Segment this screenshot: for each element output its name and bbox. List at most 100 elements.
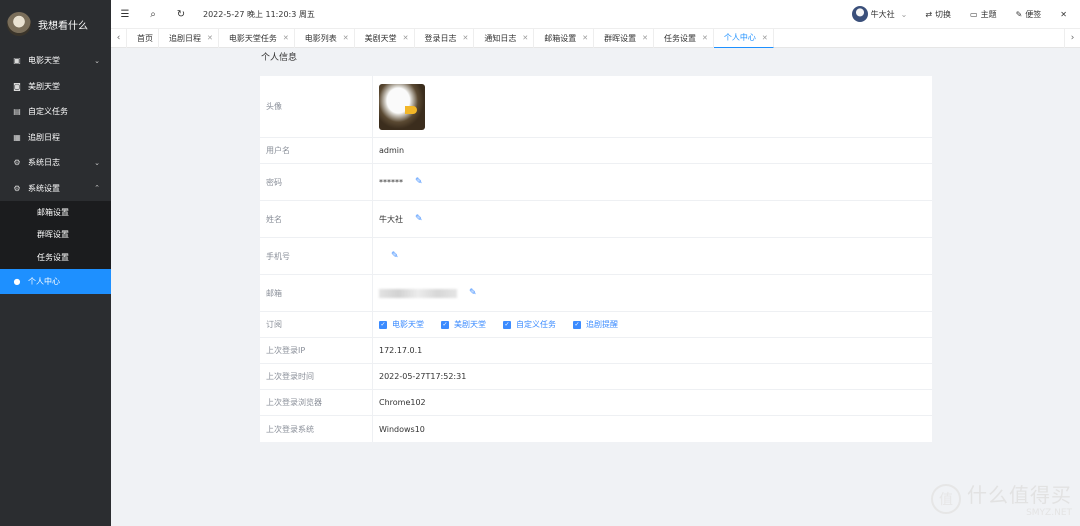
edit-password-icon[interactable]: ✎ — [415, 177, 423, 187]
sidebar-item-label: 系统设置 — [28, 183, 60, 193]
search-icon[interactable]: ⌕ — [139, 0, 167, 28]
tab-label: 邮箱设置 — [544, 33, 577, 43]
clipboard-icon: ▤ — [13, 107, 21, 117]
tab-task-settings[interactable]: 任务设置 ✕ — [654, 28, 714, 48]
switch-button[interactable]: ⇄ 切换 — [925, 9, 951, 20]
row-last-browser: 上次登录浏览器 Chrome102 — [260, 390, 932, 416]
user-icon: ● — [13, 276, 21, 286]
close-icon[interactable]: ✕ — [702, 34, 708, 42]
subscribe-checkbox-reminder[interactable]: ✓ 追剧提醒 — [573, 319, 618, 330]
chevron-down-icon: ⌄ — [900, 9, 908, 19]
tab-login-log[interactable]: 登录日志 ✕ — [415, 28, 475, 48]
tab-label: 通知日志 — [484, 33, 517, 43]
sidebar-subitem-task-settings[interactable]: 任务设置 — [0, 246, 111, 269]
top-right-actions: 牛大社 ⌄ ⇄ 切换 ▭ 主题 ✎ 便签 ✕ — [851, 0, 1080, 28]
close-icon[interactable]: ✕ — [522, 34, 528, 42]
sidebar-item-movie-heaven[interactable]: ▣ 电影天堂 ⌄ — [0, 48, 111, 74]
notes-button[interactable]: ✎ 便签 — [1016, 9, 1042, 20]
pencil-icon: ✎ — [1015, 9, 1023, 19]
tab-movie-task[interactable]: 电影天堂任务 ✕ — [219, 28, 295, 48]
close-icon[interactable]: ✕ — [207, 34, 213, 42]
edit-phone-icon[interactable]: ✎ — [391, 251, 399, 261]
os-value: Windows10 — [379, 424, 425, 434]
checkbox-checked-icon: ✓ — [503, 320, 511, 329]
edit-email-icon[interactable]: ✎ — [469, 288, 477, 298]
refresh-icon[interactable]: ↻ — [167, 0, 195, 28]
name-label: 姓名 — [260, 201, 373, 237]
subscribe-checkbox-movie[interactable]: ✓ 电影天堂 — [379, 319, 424, 330]
sidebar-item-label: 系统日志 — [28, 158, 60, 168]
fullscreen-button[interactable]: ✕ — [1060, 10, 1070, 19]
tab-personal-center[interactable]: 个人中心 ✕ — [713, 28, 774, 48]
row-email: 邮箱 ✎ — [260, 275, 932, 312]
theme-button[interactable]: ▭ 主题 — [970, 9, 997, 20]
name-value: 牛大社 — [379, 214, 403, 224]
sidebar-item-schedule[interactable]: ▦ 追剧日程 — [0, 125, 111, 151]
avatar[interactable] — [379, 83, 425, 130]
watermark-logo: 值 — [931, 483, 961, 514]
sidebar-item-label: 邮箱设置 — [37, 207, 69, 217]
profile-card: 头像 用户名 admin 密码 ****** ✎ 姓名 牛大社 ✎ 手机号 ✎ 邮箱… — [260, 76, 932, 442]
tab-notify-log[interactable]: 通知日志 ✕ — [474, 28, 535, 48]
gear-icon: ⚙ — [13, 158, 21, 168]
close-icon[interactable]: ✕ — [762, 34, 768, 42]
row-last-os: 上次登录系统 Windows10 — [260, 416, 932, 442]
sidebar-item-label: 电影天堂 — [28, 56, 60, 66]
tabs-scroll-right-icon[interactable]: › — [1064, 28, 1080, 48]
tab-label: 电影列表 — [304, 33, 337, 43]
browser-value: Chrome102 — [379, 398, 426, 407]
row-avatar: 头像 — [260, 76, 932, 138]
menu-icon[interactable]: ☰ — [111, 0, 139, 28]
time-value: 2022-05-27T17:52:31 — [379, 372, 467, 381]
checkbox-checked-icon: ✓ — [441, 320, 449, 329]
tab-email-settings[interactable]: 邮箱设置 ✕ — [534, 28, 595, 48]
close-icon[interactable]: ✕ — [582, 34, 588, 42]
row-password: 密码 ****** ✎ — [260, 164, 932, 201]
tab-label: 美剧天堂 — [364, 33, 397, 43]
tab-us-tv[interactable]: 美剧天堂 ✕ — [355, 28, 415, 48]
tab-movie-list[interactable]: 电影列表 ✕ — [295, 28, 355, 48]
tab-schedule[interactable]: 追剧日程 ✕ — [159, 28, 219, 48]
user-name: 牛大社 — [870, 9, 895, 19]
phone-label: 手机号 — [260, 238, 373, 274]
time-label: 上次登录时间 — [260, 364, 373, 389]
close-icon[interactable]: ✕ — [642, 34, 648, 42]
calendar-icon: ▦ — [13, 132, 21, 142]
subscribe-checkbox-us-tv[interactable]: ✓ 美剧天堂 — [441, 319, 486, 330]
close-icon[interactable]: ✕ — [403, 34, 409, 42]
row-last-ip: 上次登录IP 172.17.0.1 — [260, 338, 932, 364]
username-value: admin — [379, 146, 405, 155]
tabs-scroll-left-icon[interactable]: ‹ — [111, 28, 127, 48]
sidebar-item-custom-task[interactable]: ▤ 自定义任务 — [0, 99, 111, 125]
edit-name-icon[interactable]: ✎ — [415, 214, 423, 224]
tabs-bar: ‹ 首页 追剧日程 ✕ 电影天堂任务 ✕ 电影列表 ✕ 美剧天堂 ✕ 登录日志 ✕ 通知日… — [111, 28, 1080, 48]
sidebar-item-system-log[interactable]: ⚙ 系统日志 ⌄ — [0, 150, 111, 176]
sidebar-item-us-tv[interactable]: ◙ 美剧天堂 — [0, 74, 111, 100]
tab-label: 任务设置 — [664, 33, 696, 43]
close-icon[interactable]: ✕ — [343, 34, 349, 42]
tab-label: 群晖设置 — [604, 33, 637, 43]
subscribe-checkbox-custom-task[interactable]: ✓ 自定义任务 — [503, 319, 556, 330]
logo-avatar — [7, 12, 31, 36]
sidebar-item-personal-center[interactable]: ● 个人中心 — [0, 268, 111, 294]
browser-label: 上次登录浏览器 — [260, 390, 373, 415]
close-icon[interactable]: ✕ — [283, 34, 289, 42]
sidebar-item-system-settings[interactable]: ⚙ 系统设置 ⌃ — [0, 176, 111, 202]
close-icon[interactable]: ✕ — [463, 34, 469, 42]
film-icon: ▣ — [13, 56, 21, 66]
theme-icon: ▭ — [970, 9, 978, 19]
checkbox-label: 追剧提醒 — [586, 320, 618, 329]
sidebar: 我想看什么 ▣ 电影天堂 ⌄ ◙ 美剧天堂 ▤ 自定义任务 ▦ 追剧日程 ⚙ 系… — [0, 0, 111, 526]
switch-icon: ⇄ — [925, 9, 933, 19]
checkbox-checked-icon: ✓ — [379, 320, 387, 329]
row-username: 用户名 admin — [260, 138, 932, 164]
user-menu[interactable]: 牛大社 ⌄ — [851, 6, 908, 22]
os-label: 上次登录系统 — [260, 416, 373, 442]
tab-home[interactable]: 首页 — [127, 28, 159, 48]
app-logo[interactable]: 我想看什么 — [0, 0, 111, 48]
sidebar-subitem-email-settings[interactable]: 邮箱设置 — [0, 201, 111, 224]
sidebar-subitem-synology-settings[interactable]: 群晖设置 — [0, 223, 111, 246]
username-label: 用户名 — [260, 138, 373, 163]
tab-synology-settings[interactable]: 群晖设置 ✕ — [594, 28, 654, 48]
checkbox-label: 自定义任务 — [516, 320, 556, 329]
